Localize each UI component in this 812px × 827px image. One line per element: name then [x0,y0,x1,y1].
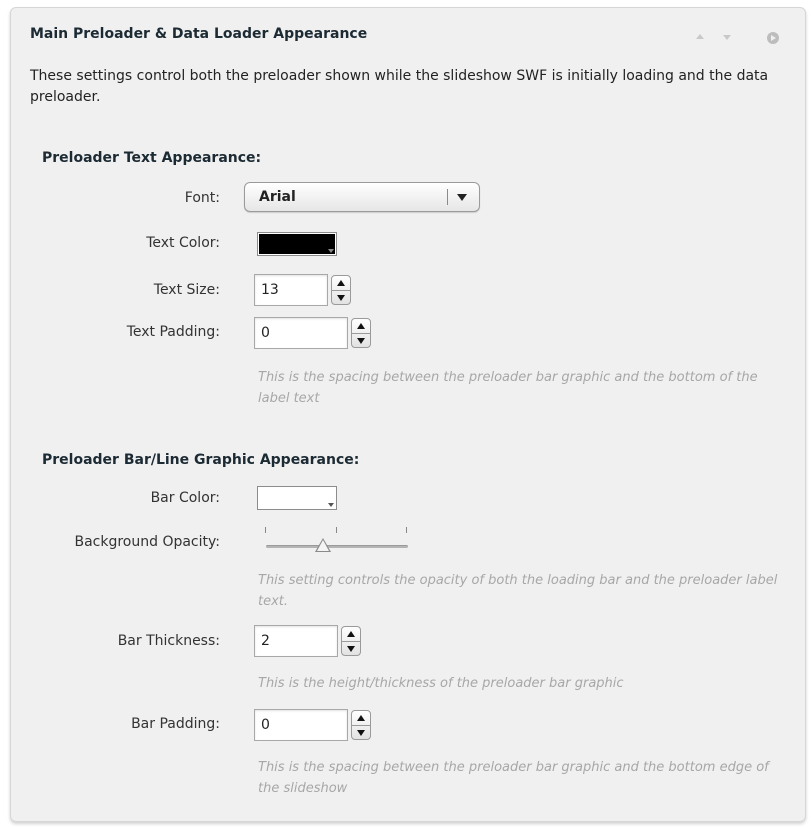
stepper-divider [352,333,370,334]
stepper-down-icon[interactable] [357,730,365,736]
text-size-value: 13 [261,282,279,298]
background-opacity-slider[interactable] [266,545,408,548]
chevron-down-icon [328,503,334,507]
stepper-up-icon[interactable] [347,631,355,637]
bar-padding-input[interactable]: 0 [254,709,348,741]
collapse-icon[interactable] [767,32,779,44]
stepper-down-icon[interactable] [347,646,355,652]
font-label: Font: [184,190,220,206]
panel-description: These settings control both the preloade… [30,68,769,105]
slider-handle[interactable] [314,538,331,552]
text-padding-label: Text Padding: [126,324,220,340]
slider-tick [265,527,266,533]
slider-tick [336,527,337,533]
text-section-heading: Preloader Text Appearance: [42,150,262,166]
bar-thickness-input[interactable]: 2 [254,625,338,657]
font-select[interactable]: Arial [244,182,480,212]
bar-thickness-label: Bar Thickness: [117,633,220,649]
stepper-divider [332,290,350,291]
font-select-value: Arial [259,189,296,205]
text-size-label: Text Size: [153,282,220,298]
slider-tick [406,527,407,533]
stepper-up-icon[interactable] [337,280,345,286]
stepper-divider [342,641,360,642]
bar-thickness-stepper[interactable] [341,626,361,656]
slider-handle-face [316,540,329,551]
bar-padding-label: Bar Padding: [131,716,220,732]
chevron-down-icon [457,194,467,201]
bar-section-heading: Preloader Bar/Line Graphic Appearance: [42,452,360,468]
panel-title: Main Preloader & Data Loader Appearance [30,26,368,42]
bar-thickness-hint: This is the height/thickness of the prel… [258,676,624,691]
text-size-stepper[interactable] [331,275,351,305]
stepper-up-icon[interactable] [357,323,365,329]
stepper-down-icon[interactable] [357,338,365,344]
text-padding-stepper[interactable] [351,318,371,348]
bar-color-swatch[interactable] [257,486,337,510]
bar-thickness-value: 2 [261,633,270,649]
bar-padding-stepper[interactable] [351,710,371,740]
settings-panel [10,7,806,822]
background-opacity-hint: This setting controls the opacity of bot… [258,573,778,609]
background-opacity-label: Background Opacity: [74,534,220,550]
stepper-divider [352,725,370,726]
stepper-down-icon[interactable] [337,295,345,301]
text-padding-input[interactable]: 0 [254,317,348,349]
move-up-icon[interactable] [696,34,704,39]
text-padding-value: 0 [261,325,270,341]
select-divider [447,189,448,205]
text-padding-hint: This is the spacing between the preloade… [258,370,758,406]
bar-padding-hint: This is the spacing between the preloade… [258,760,769,796]
bar-color-label: Bar Color: [150,490,220,506]
text-color-label: Text Color: [146,235,220,251]
bar-padding-value: 0 [261,717,270,733]
stepper-up-icon[interactable] [357,715,365,721]
text-size-input[interactable]: 13 [254,274,328,306]
move-down-icon[interactable] [723,35,731,40]
chevron-down-icon [328,249,334,253]
text-color-swatch[interactable] [257,232,337,256]
